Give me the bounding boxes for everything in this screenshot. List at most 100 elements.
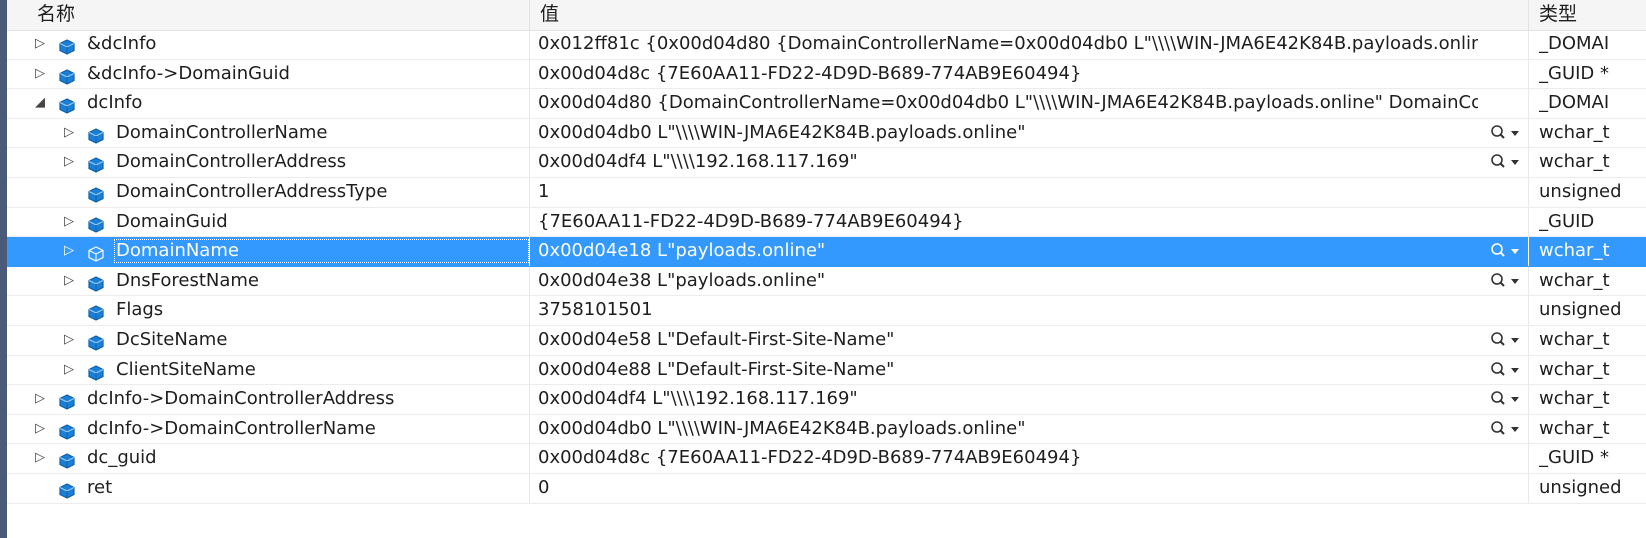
column-divider — [529, 148, 530, 178]
name-cell: ▷ DomainControllerAddress — [7, 148, 529, 176]
column-divider — [1528, 237, 1529, 267]
column-divider — [1528, 414, 1529, 444]
expand-arrow-icon[interactable]: ▷ — [33, 444, 47, 472]
watch-row[interactable]: ▷ DomainControllerName 0x00d04db0 L"\\\\W… — [7, 118, 1646, 149]
column-header-type[interactable]: 类型 — [1539, 0, 1577, 30]
collapse-arrow-icon[interactable]: ◢ — [33, 89, 47, 117]
expand-arrow-icon[interactable]: ▷ — [62, 119, 76, 147]
magnifier-dropdown-icon[interactable] — [1487, 356, 1525, 384]
field-cube-icon — [59, 450, 75, 470]
expand-arrow-icon[interactable]: ▷ — [62, 237, 76, 265]
value-cell[interactable]: 0x00d04e58 L"Default-First-Site-Name" — [538, 326, 1478, 354]
expand-arrow-icon[interactable]: ▷ — [62, 267, 76, 295]
magnifier-dropdown-icon[interactable] — [1487, 237, 1525, 265]
column-divider — [529, 237, 530, 267]
column-divider — [529, 385, 530, 415]
variable-name: ret — [87, 477, 113, 498]
variable-name: DcSiteName — [116, 329, 228, 350]
value-cell[interactable]: 3758101501 — [538, 296, 1478, 324]
value-cell[interactable]: 0x00d04df4 L"\\\\192.168.117.169" — [538, 148, 1478, 176]
column-header-name[interactable]: 名称 — [37, 0, 75, 30]
watch-row[interactable]: ▷ ClientSiteName 0x00d04e88 L"Default-Fir… — [7, 355, 1646, 386]
column-divider — [529, 326, 530, 355]
watch-row[interactable]: ▷ DomainGuid {7E60AA11-FD22-4D9D-B689-774… — [7, 207, 1646, 238]
expand-arrow-icon[interactable]: ▷ — [62, 148, 76, 176]
field-cube-icon — [88, 125, 104, 144]
watch-row[interactable]: ▷ DcSiteName 0x00d04e58 L"Default-First-S… — [7, 326, 1646, 356]
value-cell[interactable]: 0x00d04d8c {7E60AA11-FD22-4D9D-B689-774A… — [538, 60, 1478, 88]
magnifier-dropdown-icon[interactable] — [1487, 119, 1525, 147]
field-cube-icon — [88, 184, 104, 203]
watch-row[interactable]: ▷ dcInfo->DomainControllerName 0x00d04db0… — [7, 414, 1646, 445]
magnifier-dropdown-icon[interactable] — [1487, 385, 1525, 413]
type-cell: _GUID * — [1539, 62, 1610, 84]
expand-arrow-icon[interactable]: ▷ — [33, 385, 47, 413]
type-cell: _DOMAI — [1539, 92, 1610, 114]
column-divider — [1528, 148, 1529, 178]
magnifier-dropdown-icon[interactable] — [1487, 415, 1525, 443]
type-cell: wchar_t — [1539, 417, 1610, 439]
watch-row[interactable]: ▷ DomainControllerAddress 0x00d04df4 L"\\… — [7, 148, 1646, 178]
column-divider — [1528, 444, 1529, 474]
value-cell[interactable]: 0x00d04e18 L"payloads.online" — [538, 237, 1478, 265]
field-cube-icon — [59, 36, 75, 55]
column-resize-handle[interactable] — [1528, 0, 1529, 30]
expand-arrow-icon[interactable]: ▷ — [62, 326, 76, 354]
column-divider — [529, 474, 530, 503]
column-divider — [529, 207, 530, 237]
watch-row[interactable]: DomainControllerAddressType 1 unsigned — [7, 178, 1646, 208]
watch-row[interactable]: ret 0 unsigned — [7, 474, 1646, 504]
name-cell: ▷ ClientSiteName — [7, 356, 529, 384]
watch-row[interactable]: Flags 3758101501 unsigned — [7, 296, 1646, 326]
expand-arrow-icon[interactable]: ▷ — [62, 208, 76, 236]
watch-row[interactable]: ▷ DnsForestName 0x00d04e38 L"payloads.onl… — [7, 266, 1646, 297]
expand-arrow-icon[interactable]: ▷ — [62, 356, 76, 384]
value-cell[interactable]: 0x00d04d80 {DomainControllerName=0x00d04… — [538, 89, 1478, 117]
watch-row[interactable]: ▷ DomainName 0x00d04e18 L"payloads.online… — [7, 237, 1646, 267]
magnifier-dropdown-icon[interactable] — [1487, 326, 1525, 354]
value-cell[interactable]: 0x00d04e38 L"payloads.online" — [538, 267, 1478, 295]
column-divider — [529, 355, 530, 385]
value-cell[interactable]: 1 — [538, 178, 1478, 206]
type-cell: wchar_t — [1539, 240, 1610, 262]
watch-row[interactable]: ▷ dcInfo->DomainControllerAddress 0x00d04… — [7, 385, 1646, 415]
column-header: 名称 值 类型 — [7, 0, 1646, 31]
column-divider — [1528, 474, 1529, 503]
watch-row[interactable]: ◢ dcInfo 0x00d04d80 {DomainControllerName… — [7, 89, 1646, 119]
value-cell[interactable]: 0x00d04db0 L"\\\\WIN-JMA6E42K84B.payload… — [538, 415, 1478, 443]
value-cell[interactable]: 0 — [538, 474, 1478, 502]
variable-name: ClientSiteName — [116, 358, 256, 380]
magnifier-dropdown-icon[interactable] — [1487, 148, 1525, 176]
value-cell[interactable]: 0x00d04db0 L"\\\\WIN-JMA6E42K84B.payload… — [538, 119, 1478, 147]
column-divider — [529, 444, 530, 474]
watch-row[interactable]: ▷ &dcInfo->DomainGuid 0x00d04d8c {7E60AA1… — [7, 59, 1646, 90]
watch-row[interactable]: ▷ &dcInfo 0x012ff81c {0x00d04d80 {DomainC… — [7, 30, 1646, 60]
watch-window: 名称 值 类型 ▷ &dcInfo 0x012ff81c {0x00d04d80 … — [0, 0, 1646, 538]
field-cube-icon — [88, 332, 104, 351]
type-cell: wchar_t — [1539, 151, 1610, 173]
value-cell[interactable]: 0x00d04e88 L"Default-First-Site-Name" — [538, 356, 1478, 384]
column-divider — [1528, 296, 1529, 326]
column-divider — [529, 30, 530, 59]
type-cell: _GUID * — [1539, 447, 1610, 469]
window-edge — [0, 0, 7, 538]
variable-name: DomainControllerAddress — [116, 151, 347, 173]
column-divider — [1528, 266, 1529, 296]
value-cell[interactable]: 0x00d04df4 L"\\\\192.168.117.169" — [538, 385, 1478, 413]
value-cell[interactable]: 0x00d04d8c {7E60AA11-FD22-4D9D-B689-774A… — [538, 444, 1478, 472]
name-cell: ▷ DomainName — [7, 237, 529, 265]
expand-arrow-icon[interactable]: ▷ — [33, 30, 47, 58]
name-cell: ▷ DomainControllerName — [7, 119, 529, 147]
column-header-value[interactable]: 值 — [540, 0, 559, 30]
name-cell: ▷ dcInfo->DomainControllerName — [7, 415, 529, 443]
watch-row[interactable]: ▷ dc_guid 0x00d04d8c {7E60AA11-FD22-4D9D-… — [7, 444, 1646, 474]
variable-name: DnsForestName — [116, 269, 259, 291]
value-cell[interactable]: {7E60AA11-FD22-4D9D-B689-774AB9E60494} — [538, 208, 1478, 236]
magnifier-dropdown-icon[interactable] — [1487, 267, 1525, 295]
column-resize-handle[interactable] — [529, 0, 530, 30]
column-divider — [1528, 178, 1529, 207]
value-cell[interactable]: 0x012ff81c {0x00d04d80 {DomainController… — [538, 30, 1478, 58]
expand-arrow-icon[interactable]: ▷ — [33, 415, 47, 443]
expand-arrow-icon[interactable]: ▷ — [33, 60, 47, 88]
column-divider — [529, 414, 530, 444]
